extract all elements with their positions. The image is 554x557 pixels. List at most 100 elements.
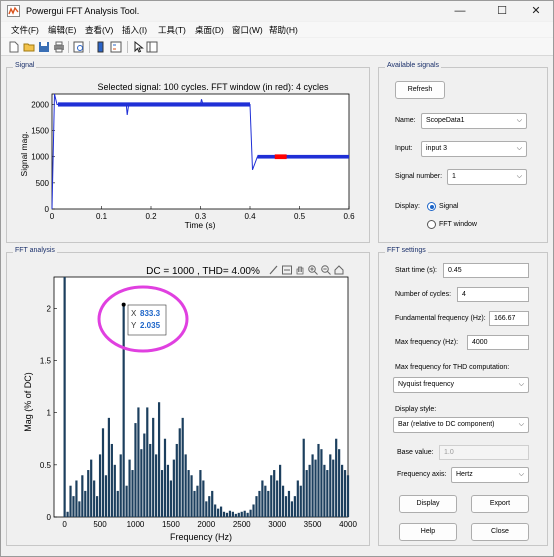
fft-bar — [270, 475, 273, 517]
fft-bar — [211, 490, 214, 517]
print-preview-icon[interactable] — [73, 41, 85, 53]
fft-plot[interactable]: DC = 1000 , THD= 4.00% 0 0.5 1 1.5 2 0 500 100… — [7, 260, 369, 544]
fft-bar — [222, 511, 226, 517]
fft-bar — [128, 459, 131, 517]
cycles-field[interactable]: 4 — [457, 287, 529, 302]
new-file-icon[interactable] — [8, 41, 20, 53]
display-label: Display: — [395, 203, 420, 210]
pan-hand-icon[interactable] — [296, 266, 304, 275]
fft-bar — [140, 449, 143, 517]
fft-bar — [104, 475, 108, 517]
chevron-down-icon: ⌵ — [518, 381, 524, 388]
fft-bar — [107, 417, 110, 517]
menu-help[interactable]: 帮助(H) — [269, 24, 298, 36]
maximize-button[interactable]: ☐ — [487, 1, 517, 21]
fft-bar — [98, 454, 102, 517]
fft-bar — [131, 470, 134, 517]
fft-bar — [237, 512, 240, 517]
fundamental-frequency-field[interactable]: 166.67 — [489, 311, 529, 326]
input-label: Input: — [395, 145, 413, 152]
zoom-in-icon[interactable] — [308, 265, 318, 275]
minimize-button[interactable]: — — [445, 1, 475, 21]
fft-bar — [205, 501, 208, 517]
fft-bar — [196, 485, 199, 517]
fft-bar — [217, 508, 220, 517]
thd-frequency-select[interactable]: Nyquist frequency ⌵ — [393, 377, 529, 393]
save-icon[interactable] — [38, 41, 50, 53]
datatip-icon[interactable] — [282, 265, 292, 275]
display-fft-window-label: FFT window — [439, 221, 477, 228]
fft-bar — [343, 470, 347, 517]
display-style-value: Bar (relative to DC component) — [398, 421, 495, 428]
chevron-down-icon: ⌵ — [516, 173, 522, 180]
signal-number-select[interactable]: 1 ⌵ — [447, 169, 527, 185]
fft-bar — [305, 470, 308, 517]
fft-bar — [276, 480, 279, 517]
fft-bar — [317, 443, 320, 517]
signal-number-value: 1 — [452, 173, 456, 180]
legend-icon[interactable] — [110, 41, 122, 53]
fft-bar — [125, 485, 128, 517]
help-button[interactable]: Help — [399, 523, 457, 541]
matlab-app-icon — [7, 5, 20, 17]
fft-bar — [234, 513, 237, 517]
display-style-select[interactable]: Bar (relative to DC component) ⌵ — [393, 417, 529, 433]
fft-bar — [75, 480, 78, 517]
max-frequency-field[interactable]: 4000 — [467, 335, 529, 350]
export-button[interactable]: Export — [471, 495, 529, 513]
colorbar-icon[interactable] — [95, 41, 107, 53]
fft-bar — [228, 510, 232, 517]
signal-plot[interactable]: Selected signal: 100 cycles. FFT window … — [7, 77, 369, 241]
start-time-field[interactable]: 0.45 — [443, 263, 529, 278]
signal-x-label: Time (s) — [185, 220, 216, 230]
fft-bar — [95, 496, 99, 517]
fft-bar — [293, 496, 296, 517]
brush-icon[interactable] — [269, 265, 278, 275]
display-signal-radio[interactable] — [427, 202, 436, 211]
fft-bar — [240, 511, 243, 517]
menu-tools[interactable]: 工具(T) — [158, 24, 186, 36]
display-button[interactable]: Display — [399, 495, 457, 513]
fft-x-tick-label: 4000 — [339, 520, 357, 529]
fft-x-label: Frequency (Hz) — [170, 532, 232, 542]
fft-analysis-window: Powergui FFT Analysis Tool. — ☐ ✕ 文件(F) … — [0, 0, 554, 557]
property-inspector-icon[interactable] — [146, 41, 158, 53]
chevron-down-icon: ⌵ — [518, 421, 524, 428]
fft-bar — [255, 496, 258, 517]
home-icon[interactable] — [334, 265, 344, 275]
menu-insert[interactable]: 插入(I) — [122, 24, 147, 36]
display-fft-window-radio[interactable] — [427, 220, 436, 229]
menu-file[interactable]: 文件(F) — [11, 24, 39, 36]
close-button[interactable]: Close — [471, 523, 529, 541]
input-select[interactable]: input 3 ⌵ — [421, 141, 527, 157]
fft-x-tick-label: 1000 — [127, 520, 145, 529]
fft-bar — [146, 407, 149, 517]
fft-bar — [63, 277, 66, 517]
menu-view[interactable]: 查看(V) — [85, 24, 113, 36]
fft-x-tick-label: 2000 — [197, 520, 215, 529]
close-window-button[interactable]: ✕ — [521, 1, 551, 21]
print-icon[interactable] — [53, 41, 65, 53]
refresh-button[interactable]: Refresh — [395, 81, 445, 99]
data-tip-marker — [121, 302, 126, 307]
fft-bar — [279, 464, 282, 517]
open-folder-icon[interactable] — [23, 41, 35, 53]
fft-bar — [155, 454, 158, 517]
menu-edit[interactable]: 编辑(E) — [48, 24, 76, 36]
signal-x-tick-label: 0.4 — [244, 212, 256, 221]
fft-bar — [219, 506, 223, 517]
axes-toolbar — [269, 265, 344, 275]
fft-bar — [346, 475, 350, 517]
zoom-out-icon[interactable] — [321, 265, 331, 275]
fft-bar — [137, 407, 140, 517]
pointer-icon[interactable] — [132, 41, 144, 53]
fft-bar — [323, 464, 326, 517]
fft-bar — [119, 454, 122, 517]
menu-desktop[interactable]: 桌面(D) — [195, 24, 224, 36]
fft-bar — [190, 475, 193, 517]
fft-bar — [116, 490, 119, 517]
name-select[interactable]: ScopeData1 ⌵ — [421, 113, 527, 129]
frequency-axis-select[interactable]: Hertz ⌵ — [451, 467, 529, 483]
display-signal-label: Signal — [439, 203, 459, 210]
menu-window[interactable]: 窗口(W) — [232, 24, 263, 36]
